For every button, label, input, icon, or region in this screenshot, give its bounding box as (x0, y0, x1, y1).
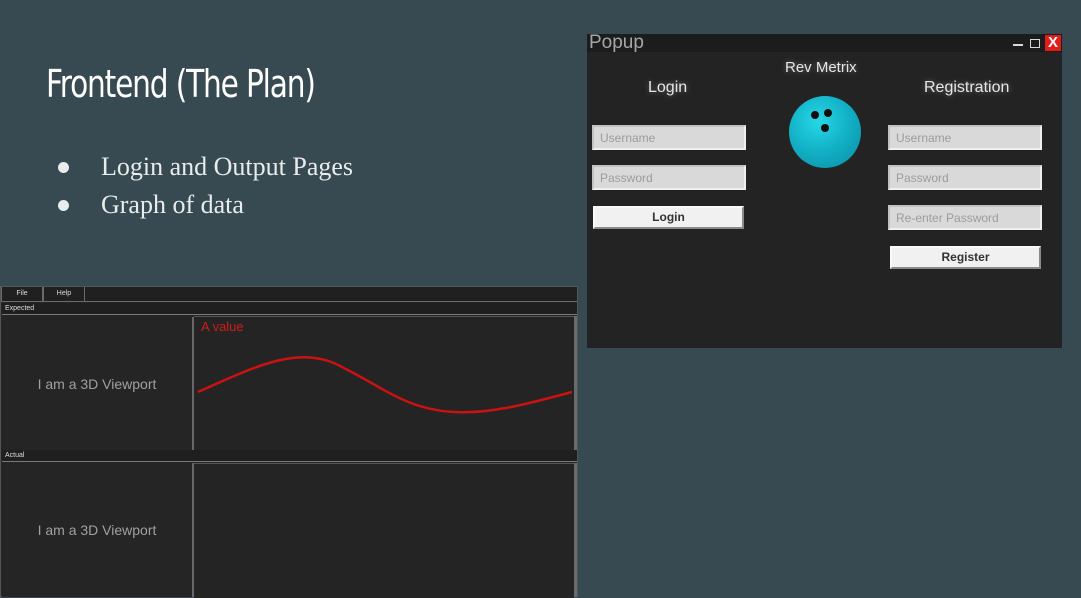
app-window: File Help Expected I am a 3D Viewport A … (0, 286, 578, 598)
ball-hole (824, 109, 832, 117)
viewport-text: I am a 3D Viewport (37, 522, 157, 538)
menu-bar: File Help (1, 287, 577, 302)
popup-title: Popup (589, 32, 644, 53)
register-button[interactable]: Register (890, 246, 1041, 269)
ball-hole (821, 124, 829, 132)
bullet-dot-icon (58, 162, 69, 173)
login-button[interactable]: Login (593, 206, 744, 229)
register-username-input[interactable] (888, 125, 1042, 150)
slide-title: Frontend (The Plan) (46, 62, 316, 106)
scroll-strip[interactable] (574, 316, 577, 450)
bullet-item: Login and Output Pages (58, 148, 353, 186)
viewport-actual[interactable]: I am a 3D Viewport (2, 463, 194, 597)
graph-expected[interactable]: A value (194, 316, 574, 451)
bullet-list: Login and Output Pages Graph of data (58, 148, 353, 224)
value-curve (197, 356, 573, 414)
login-heading: Login (648, 79, 688, 96)
login-password-input[interactable] (592, 165, 746, 190)
scroll-strip[interactable] (574, 463, 577, 597)
restore-icon[interactable] (1028, 36, 1042, 50)
registration-heading: Registration (924, 79, 1010, 96)
register-reenter-password-input[interactable] (888, 205, 1042, 230)
section-label-expected: Expected (2, 303, 577, 315)
viewport-text: I am a 3D Viewport (37, 375, 157, 392)
popup-titlebar[interactable]: Popup X (587, 32, 1062, 53)
bullet-text: Login and Output Pages (101, 152, 354, 181)
brand-title: Rev Metrix (785, 59, 857, 76)
menu-help[interactable]: Help (43, 287, 85, 301)
register-password-input[interactable] (888, 165, 1042, 190)
viewport-expected[interactable]: I am a 3D Viewport (2, 317, 194, 450)
popup-window: Popup X Rev Metrix Login Login Registrat… (587, 32, 1062, 348)
section-label-actual: Actual (2, 450, 577, 462)
bullet-dot-icon (58, 200, 69, 211)
graph-actual[interactable] (194, 463, 574, 598)
bowling-ball-icon (789, 96, 861, 168)
menu-file[interactable]: File (1, 287, 43, 301)
bullet-text: Graph of data (101, 190, 244, 219)
login-username-input[interactable] (592, 125, 746, 150)
graph-svg (197, 356, 573, 414)
bullet-item: Graph of data (58, 186, 353, 224)
close-icon[interactable]: X (1045, 35, 1061, 51)
minimize-icon[interactable] (1011, 36, 1025, 50)
ball-hole (811, 111, 819, 119)
